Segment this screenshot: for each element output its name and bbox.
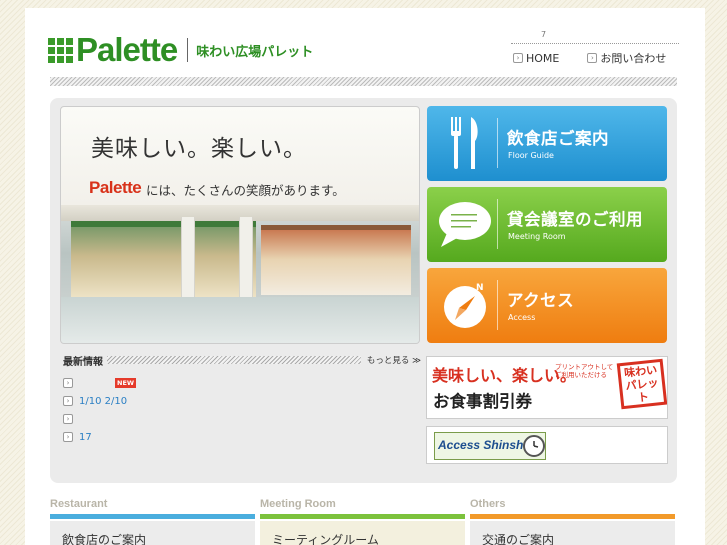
tile-floor-guide[interactable]: 飲食店ご案内 Floor Guide [427, 106, 667, 181]
coupon-note: プリントアウトして ご利用いただける [555, 363, 613, 379]
access-shinshu-title: Access Shinshu [438, 438, 531, 452]
nav-home-link[interactable]: › HOME [513, 50, 559, 66]
coupon-banner[interactable]: 美味しい、楽しい。 プリントアウトして ご利用いただける お食事割引券 味わいパ… [426, 356, 668, 419]
header-stripe-band [50, 77, 677, 86]
tile-meeting-room-label: 貸会議室のご利用 [507, 210, 643, 229]
nav-contact-link[interactable]: › お問い合わせ [587, 50, 666, 66]
nav-contact-label: お問い合わせ [600, 52, 667, 65]
category-bar [50, 514, 255, 519]
tile-divider [497, 280, 498, 330]
news-item-text: 17 [79, 431, 92, 443]
nav-home-label: HOME [526, 51, 560, 65]
category-others: Others 交通のご案内 [470, 498, 675, 545]
category-meeting-room-en: Meeting Room [260, 498, 336, 510]
category-others-en: Others [470, 498, 506, 510]
header-nav: › HOME › お問い合わせ [513, 50, 666, 66]
hero-store-right [261, 225, 411, 295]
coupon-note-line2: ご利用いただける [555, 371, 607, 379]
header-dotted-divider [511, 43, 679, 44]
news-item[interactable]: › 1/10 2/10 [63, 392, 413, 410]
logo-text: Palette [76, 31, 178, 68]
category-bar [470, 514, 675, 519]
new-badge: NEW [115, 378, 137, 388]
coupon-seal-stamp: 味わい パレット [616, 358, 667, 410]
tile-access[interactable]: N アクセス Access [427, 268, 667, 343]
logo-grid-icon [48, 37, 73, 63]
news-item-text: 1/10 2/10 [79, 395, 128, 407]
hero-pillar [181, 217, 195, 297]
arrow-right-icon: › [513, 53, 523, 63]
logo-subtitle: 味わい広場パレット [196, 44, 314, 60]
hero-title: 美味しい。楽しい。 [91, 136, 307, 162]
news-item[interactable]: › NEW [63, 374, 413, 392]
access-shinshu-logo: Access Shinshu [434, 432, 546, 460]
coupon-main: お食事割引券 [433, 392, 532, 411]
category-restaurant: Restaurant 飲食店のご案内 [50, 498, 255, 545]
tile-access-label: アクセス [507, 291, 575, 310]
category-bar [260, 514, 465, 519]
news-header: 最新情報 もっと見る ≫ [63, 353, 421, 368]
tile-access-sub: Access [508, 313, 536, 322]
site-logo[interactable]: Palette 味わい広場パレット [48, 30, 313, 70]
menu-tiles: 飲食店ご案内 Floor Guide 貸会議室のご利用 Meeting Room [427, 106, 667, 349]
category-restaurant-en: Restaurant [50, 498, 108, 510]
news-list: › NEW › 1/10 2/10 › › 17 [63, 374, 413, 446]
hero-pillar [239, 217, 253, 297]
logo-divider [187, 38, 189, 62]
arrow-right-icon: › [63, 396, 73, 406]
hero-logo: Palette [89, 178, 142, 197]
tile-floor-guide-sub: Floor Guide [508, 151, 554, 160]
tile-divider [497, 118, 498, 168]
category-meeting-room: Meeting Room ミーティングルーム [260, 498, 465, 545]
news-item[interactable]: › 17 [63, 428, 413, 446]
access-shinshu-banner[interactable]: Access Shinshu [426, 426, 668, 464]
tile-divider [497, 199, 498, 249]
category-restaurant-link[interactable]: 飲食店のご案内 [50, 521, 255, 545]
hero-store-left [71, 221, 256, 299]
coupon-note-line1: プリントアウトして [555, 363, 614, 371]
arrow-right-icon: › [63, 378, 73, 388]
tile-meeting-room-sub: Meeting Room [508, 232, 566, 241]
svg-text:N: N [476, 283, 484, 293]
category-others-link[interactable]: 交通のご案内 [470, 521, 675, 545]
arrow-right-icon: › [63, 414, 73, 424]
access-counter: 7 [541, 30, 547, 39]
compass-icon: N [435, 275, 495, 335]
news-stripe [107, 356, 361, 364]
news-item[interactable]: › [63, 410, 413, 428]
arrow-right-icon: › [63, 432, 73, 442]
page-container: Palette 味わい広場パレット 7 › HOME › お問い合わせ 美味しい… [25, 8, 705, 545]
category-meeting-room-link[interactable]: ミーティングルーム [260, 521, 465, 545]
fork-knife-icon [435, 113, 495, 173]
hero-image: 美味しい。楽しい。 Palette には、たくさんの笑顔があります。 [60, 106, 420, 344]
news-more-link[interactable]: もっと見る ≫ [367, 354, 421, 366]
arrow-right-icon: › [587, 53, 598, 63]
tile-meeting-room[interactable]: 貸会議室のご利用 Meeting Room [427, 187, 667, 262]
speech-bubble-icon [435, 194, 495, 254]
tile-floor-guide-label: 飲食店ご案内 [507, 129, 609, 148]
news-title: 最新情報 [63, 356, 103, 368]
hero-subtitle: には、たくさんの笑顔があります。 [146, 183, 345, 198]
hero-floor [61, 297, 419, 343]
clock-icon [523, 435, 545, 457]
